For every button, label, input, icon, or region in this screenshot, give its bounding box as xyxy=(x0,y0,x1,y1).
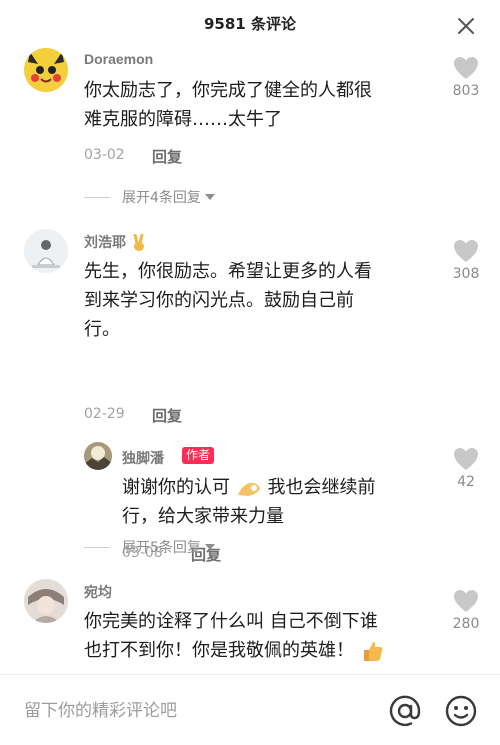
heart-icon xyxy=(454,57,478,79)
ok-hand-emoji xyxy=(237,482,260,496)
expand-replies-button[interactable]: 展开4条回复 xyxy=(84,187,215,207)
author-badge: 作者 xyxy=(182,447,215,464)
at-icon[interactable] xyxy=(388,694,422,728)
thumbs-up-emoji xyxy=(363,642,383,661)
comment-text: 你完美的诠释了什么叫 自己不倒下谁 也打不到你！你是我敬佩的英雄！ xyxy=(84,607,434,665)
comment-date: 03-02 xyxy=(84,147,125,163)
comment-date: 02-29 xyxy=(84,406,125,422)
reply-avatar[interactable] xyxy=(84,442,112,470)
heart-icon xyxy=(454,590,478,612)
comment-item: Doraemon 你太励志了，你完成了健全的人都很 难克服的障碍……太牛了 03… xyxy=(0,48,500,220)
heart-icon xyxy=(454,448,478,470)
reply-text: 谢谢你的认可 我也会继续前 行，给大家带来力量 xyxy=(122,473,422,531)
expand-replies-label: 展开4条回复 xyxy=(122,190,201,206)
like-button[interactable]: 280 xyxy=(446,589,486,632)
landscape-avatar-icon xyxy=(84,442,112,470)
reply-text-segment: 谢谢你的认可 xyxy=(122,477,230,498)
like-count: 280 xyxy=(452,616,480,632)
avatar[interactable] xyxy=(24,48,68,92)
divider xyxy=(84,546,110,548)
like-count: 308 xyxy=(452,266,480,282)
comment-text-line: 你完美的诠释了什么叫 自己不倒下谁 xyxy=(84,611,378,632)
comment-text-line: 到来学习你的闪光点。鼓励自己前 xyxy=(84,290,354,311)
reply-text-line: 谢谢你的认可 我也会继续前 xyxy=(122,473,422,502)
comment-username-text: 刘浩耶 xyxy=(84,234,126,250)
comment-text-line: 行。 xyxy=(84,319,120,340)
reply-button[interactable]: 回复 xyxy=(152,405,182,426)
comment-item: 刘浩耶 先生，你很励志。希望让更多的人看 到来学习你的闪光点。鼓励自己前 行。 … xyxy=(0,229,500,564)
like-button[interactable]: 803 xyxy=(446,56,486,99)
comment-item: 宛均 你完美的诠释了什么叫 自己不倒下谁 也打不到你！你是我敬佩的英雄！ 280 xyxy=(0,579,500,674)
reply-username[interactable]: 独脚潘 xyxy=(122,448,164,468)
comment-username[interactable]: 刘浩耶 xyxy=(84,232,148,252)
divider xyxy=(84,196,110,198)
comment-text-line: 先生，你很励志。希望让更多的人看 xyxy=(84,261,372,282)
like-count: 803 xyxy=(452,83,480,99)
like-button[interactable]: 42 xyxy=(446,447,486,490)
smile-icon[interactable] xyxy=(444,694,478,728)
chevron-down-icon xyxy=(204,544,215,550)
comment-text-segment: 也打不到你！你是我敬佩的英雄！ xyxy=(84,640,354,661)
comments-header: 9581 条评论 xyxy=(0,0,500,48)
person-avatar-icon xyxy=(24,229,68,273)
comment-input-bar xyxy=(0,674,500,745)
heart-icon xyxy=(454,240,478,262)
expand-replies-label: 展开5条回复 xyxy=(122,540,201,556)
comment-text-line: 也打不到你！你是我敬佩的英雄！ xyxy=(84,636,434,665)
avatar[interactable] xyxy=(24,579,68,623)
comment-text: 先生，你很励志。希望让更多的人看 到来学习你的闪光点。鼓励自己前 行。 xyxy=(84,257,434,344)
comment-text: 你太励志了，你完成了健全的人都很 难克服的障碍……太牛了 xyxy=(84,76,424,134)
portrait-avatar-icon xyxy=(24,579,68,623)
comment-username[interactable]: 宛均 xyxy=(84,582,112,602)
reply-text-line: 行，给大家带来力量 xyxy=(122,506,284,527)
comment-username[interactable]: Doraemon xyxy=(84,51,153,67)
chevron-down-icon xyxy=(204,194,215,200)
comment-text-line: 你太励志了，你完成了健全的人都很 xyxy=(84,80,372,101)
reply-text-segment: 我也会继续前 xyxy=(267,477,376,498)
comment-list[interactable]: Doraemon 你太励志了，你完成了健全的人都很 难克服的障碍……太牛了 03… xyxy=(0,48,500,674)
comment-text-line: 难克服的障碍……太牛了 xyxy=(84,109,282,130)
comment-input[interactable] xyxy=(22,695,386,727)
comments-count-title: 9581 条评论 xyxy=(204,15,296,33)
reply-button[interactable]: 回复 xyxy=(152,146,182,167)
victory-hand-emoji xyxy=(133,234,144,252)
expand-replies-button[interactable]: 展开5条回复 xyxy=(84,537,215,557)
pikachu-avatar-icon xyxy=(24,48,68,92)
close-icon[interactable] xyxy=(456,16,476,36)
like-button[interactable]: 308 xyxy=(446,239,486,282)
avatar[interactable] xyxy=(24,229,68,273)
like-count: 42 xyxy=(457,474,475,490)
